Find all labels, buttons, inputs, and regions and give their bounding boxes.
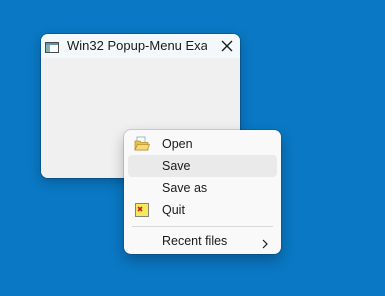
title-bar[interactable]: Win32 Popup-Menu Exa... (41, 34, 240, 58)
close-button[interactable] (214, 34, 240, 58)
window-app-icon (45, 40, 59, 53)
menu-item-label: Open (162, 137, 193, 151)
menu-item-label: Save (162, 159, 191, 173)
open-folder-icon (134, 136, 151, 152)
menu-item-label: Save as (162, 181, 208, 195)
menu-item-quit[interactable]: Quit (128, 199, 277, 221)
close-icon (221, 40, 233, 52)
menu-separator (132, 226, 273, 227)
menu-item-open[interactable]: Open (128, 133, 277, 155)
menu-item-save[interactable]: Save (128, 155, 277, 177)
menu-item-label: Recent files (162, 234, 228, 248)
window-title: Win32 Popup-Menu Exa... (67, 38, 207, 53)
popup-menu: Open Save Save as Quit Recent files (124, 130, 281, 254)
menu-item-save-as[interactable]: Save as (128, 177, 277, 199)
menu-item-label: Quit (162, 203, 185, 217)
chevron-right-icon (261, 236, 269, 249)
menu-item-recent-files[interactable]: Recent files (128, 230, 277, 252)
quit-icon (134, 202, 150, 218)
